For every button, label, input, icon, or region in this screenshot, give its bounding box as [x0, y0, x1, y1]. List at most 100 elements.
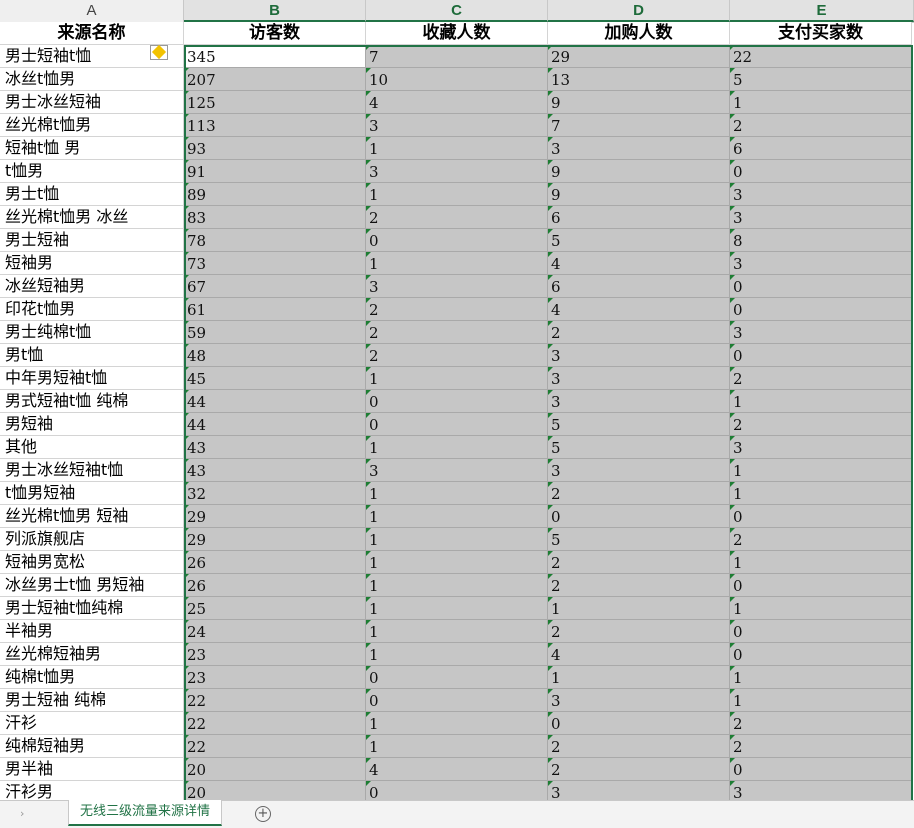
buyers-cell[interactable]: 1: [730, 482, 912, 505]
buyers-cell[interactable]: 0: [730, 298, 912, 321]
favorites-cell[interactable]: 1: [366, 735, 548, 758]
favorites-cell[interactable]: 2: [366, 321, 548, 344]
add-to-cart-cell[interactable]: 3: [548, 390, 730, 413]
buyers-cell[interactable]: 0: [730, 505, 912, 528]
add-to-cart-cell[interactable]: 2: [548, 482, 730, 505]
add-to-cart-cell[interactable]: 3: [548, 344, 730, 367]
add-to-cart-cell[interactable]: 4: [548, 252, 730, 275]
favorites-cell[interactable]: 1: [366, 574, 548, 597]
buyers-cell[interactable]: 0: [730, 758, 912, 781]
header-cell-buyers[interactable]: 支付买家数: [730, 22, 912, 45]
favorites-cell[interactable]: 7: [366, 45, 548, 68]
buyers-cell[interactable]: 3: [730, 321, 912, 344]
column-header-b[interactable]: B: [184, 0, 366, 22]
buyers-cell[interactable]: 0: [730, 620, 912, 643]
favorites-cell[interactable]: 1: [366, 551, 548, 574]
buyers-cell[interactable]: 0: [730, 275, 912, 298]
source-name-cell[interactable]: 纯棉短袖男: [0, 735, 184, 758]
add-to-cart-cell[interactable]: 3: [548, 689, 730, 712]
column-header-e[interactable]: E: [730, 0, 914, 22]
favorites-cell[interactable]: 3: [366, 459, 548, 482]
visitors-cell[interactable]: 23: [184, 643, 366, 666]
favorites-cell[interactable]: 10: [366, 68, 548, 91]
buyers-cell[interactable]: 1: [730, 666, 912, 689]
favorites-cell[interactable]: 1: [366, 183, 548, 206]
buyers-cell[interactable]: 1: [730, 551, 912, 574]
column-header-a[interactable]: A: [0, 0, 184, 22]
buyers-cell[interactable]: 1: [730, 91, 912, 114]
buyers-cell[interactable]: 1: [730, 459, 912, 482]
source-name-cell[interactable]: 列派旗舰店: [0, 528, 184, 551]
favorites-cell[interactable]: 0: [366, 390, 548, 413]
add-to-cart-cell[interactable]: 3: [548, 367, 730, 390]
visitors-cell[interactable]: 22: [184, 712, 366, 735]
source-name-cell[interactable]: 冰丝短袖男: [0, 275, 184, 298]
favorites-cell[interactable]: 1: [366, 712, 548, 735]
visitors-cell[interactable]: 29: [184, 528, 366, 551]
source-name-cell[interactable]: 男式短袖t恤 纯棉: [0, 390, 184, 413]
favorites-cell[interactable]: 0: [366, 229, 548, 252]
header-cell-visitors[interactable]: 访客数: [184, 22, 366, 45]
source-name-cell[interactable]: 男士冰丝短袖t恤: [0, 459, 184, 482]
source-name-cell[interactable]: 男士冰丝短袖: [0, 91, 184, 114]
favorites-cell[interactable]: 1: [366, 482, 548, 505]
add-to-cart-cell[interactable]: 2: [548, 551, 730, 574]
add-to-cart-cell[interactable]: 9: [548, 91, 730, 114]
favorites-cell[interactable]: 3: [366, 114, 548, 137]
favorites-cell[interactable]: 1: [366, 252, 548, 275]
add-sheet-icon[interactable]: +: [255, 806, 271, 822]
column-header-c[interactable]: C: [366, 0, 548, 22]
sheet-tab-active[interactable]: 无线三级流量来源详情: [68, 800, 222, 826]
buyers-cell[interactable]: 0: [730, 344, 912, 367]
visitors-cell[interactable]: 20: [184, 781, 366, 800]
scroll-left-icon[interactable]: ›: [20, 807, 24, 820]
add-to-cart-cell[interactable]: 0: [548, 712, 730, 735]
add-to-cart-cell[interactable]: 3: [548, 781, 730, 800]
source-name-cell[interactable]: 男士短袖: [0, 229, 184, 252]
source-name-cell[interactable]: 丝光棉短袖男: [0, 643, 184, 666]
add-to-cart-cell[interactable]: 6: [548, 275, 730, 298]
favorites-cell[interactable]: 1: [366, 620, 548, 643]
buyers-cell[interactable]: 2: [730, 114, 912, 137]
source-name-cell[interactable]: 丝光棉t恤男: [0, 114, 184, 137]
buyers-cell[interactable]: 8: [730, 229, 912, 252]
visitors-cell[interactable]: 26: [184, 574, 366, 597]
source-name-cell[interactable]: 短袖男: [0, 252, 184, 275]
favorites-cell[interactable]: 4: [366, 91, 548, 114]
source-name-cell[interactable]: t恤男短袖: [0, 482, 184, 505]
add-to-cart-cell[interactable]: 2: [548, 735, 730, 758]
add-to-cart-cell[interactable]: 29: [548, 45, 730, 68]
visitors-cell[interactable]: 48: [184, 344, 366, 367]
favorites-cell[interactable]: 2: [366, 206, 548, 229]
source-name-cell[interactable]: 其他: [0, 436, 184, 459]
source-name-cell[interactable]: 冰丝t恤男: [0, 68, 184, 91]
favorites-cell[interactable]: 1: [366, 505, 548, 528]
favorites-cell[interactable]: 2: [366, 344, 548, 367]
add-to-cart-cell[interactable]: 5: [548, 413, 730, 436]
source-name-cell[interactable]: 短袖t恤 男: [0, 137, 184, 160]
visitors-cell[interactable]: 78: [184, 229, 366, 252]
visitors-cell[interactable]: 20: [184, 758, 366, 781]
source-name-cell[interactable]: 男t恤: [0, 344, 184, 367]
visitors-cell[interactable]: 113: [184, 114, 366, 137]
buyers-cell[interactable]: 1: [730, 597, 912, 620]
add-to-cart-cell[interactable]: 13: [548, 68, 730, 91]
add-to-cart-cell[interactable]: 3: [548, 459, 730, 482]
spreadsheet-grid[interactable]: A B C D E 来源名称 访客数 收藏人数 加购人数 支付买家数 男士短袖t…: [0, 0, 914, 800]
add-to-cart-cell[interactable]: 5: [548, 528, 730, 551]
favorites-cell[interactable]: 1: [366, 528, 548, 551]
header-cell-add-to-cart[interactable]: 加购人数: [548, 22, 730, 45]
buyers-cell[interactable]: 0: [730, 160, 912, 183]
visitors-cell[interactable]: 26: [184, 551, 366, 574]
visitors-cell[interactable]: 67: [184, 275, 366, 298]
favorites-cell[interactable]: 3: [366, 275, 548, 298]
source-name-cell[interactable]: 印花t恤男: [0, 298, 184, 321]
visitors-cell[interactable]: 61: [184, 298, 366, 321]
favorites-cell[interactable]: 1: [366, 597, 548, 620]
buyers-cell[interactable]: 2: [730, 712, 912, 735]
visitors-cell[interactable]: 25: [184, 597, 366, 620]
add-to-cart-cell[interactable]: 2: [548, 574, 730, 597]
source-name-cell[interactable]: 半袖男: [0, 620, 184, 643]
visitors-cell[interactable]: 29: [184, 505, 366, 528]
visitors-cell[interactable]: 43: [184, 459, 366, 482]
